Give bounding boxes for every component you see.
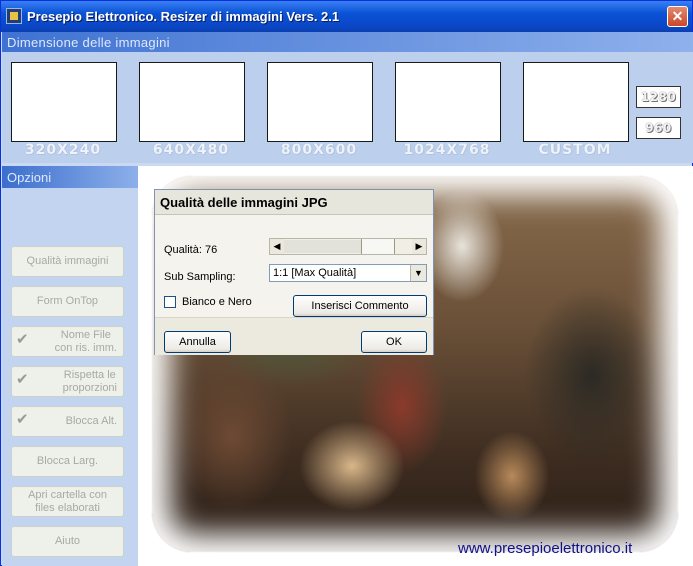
lock-width-toggle[interactable]: Blocca Larg. <box>11 446 124 477</box>
options-panel: Opzioni Qualità immagini Form OnTop ✔ No… <box>2 166 138 566</box>
chevron-down-icon[interactable]: ▼ <box>410 265 426 281</box>
website-watermark: www.presepioelettronico.it <box>458 540 633 557</box>
quality-images-button[interactable]: Qualità immagini <box>11 246 124 277</box>
subsampling-select[interactable]: 1:1 [Max Qualità] ▼ <box>269 264 427 282</box>
open-output-folder-button[interactable]: Apri cartella con files elaborati <box>11 486 124 517</box>
dialog-title: Qualità delle immagini JPG <box>160 195 328 210</box>
subsampling-label: Sub Sampling: <box>164 271 236 283</box>
help-button[interactable]: Aiuto <box>11 526 124 557</box>
preset-320x240-thumb[interactable] <box>11 62 117 142</box>
filename-resolution-toggle[interactable]: ✔ Nome File con ris. imm. <box>11 326 124 357</box>
lock-height-toggle[interactable]: ✔ Blocca Alt. <box>11 406 124 437</box>
dialog-title-bar[interactable]: Qualità delle immagini JPG <box>155 190 433 215</box>
sizes-header-label: Dimensione delle immagini <box>7 35 170 50</box>
preset-1024x768-label: 1024X768 <box>403 142 491 158</box>
slider-right-arrow-icon[interactable]: ▶ <box>412 239 426 254</box>
window-title: Presepio Elettronico. Resizer di immagin… <box>27 9 340 24</box>
black-white-label: Bianco e Nero <box>182 296 252 308</box>
custom-height-field[interactable]: 960 <box>636 117 681 139</box>
app-icon <box>6 8 22 24</box>
quality-images-label: Qualità immagini <box>26 255 109 267</box>
preset-640x480-thumb[interactable] <box>139 62 245 142</box>
lock-width-label: Blocca Larg. <box>36 455 99 467</box>
open-output-folder-label: Apri cartella con files elaborati <box>28 488 107 514</box>
preset-320x240-label: 320X240 <box>24 142 102 158</box>
subsampling-value: 1:1 [Max Qualità] <box>273 267 357 279</box>
quality-slider-fill <box>284 240 362 253</box>
quality-label: Qualità: 76 <box>164 244 218 256</box>
preset-custom-thumb[interactable] <box>523 62 629 142</box>
checkmark-icon: ✔ <box>16 331 29 348</box>
filename-resolution-label: Nome File con ris. imm. <box>54 328 117 354</box>
insert-comment-button[interactable]: Inserisci Commento <box>293 295 427 317</box>
preset-1024x768-thumb[interactable] <box>395 62 501 142</box>
sizes-header: Dimensione delle immagini <box>2 32 693 52</box>
title-bar[interactable]: Presepio Elettronico. Resizer di immagin… <box>1 1 692 32</box>
preset-custom-label: CUSTOM <box>538 142 612 158</box>
keep-proportions-label: Rispetta le proporzioni <box>62 368 117 394</box>
ok-button[interactable]: OK <box>361 331 427 353</box>
checkmark-icon: ✔ <box>16 411 29 428</box>
preset-800x600-thumb[interactable] <box>267 62 373 142</box>
custom-width-field[interactable]: 1280 <box>636 86 681 108</box>
checkmark-icon: ✔ <box>16 371 29 388</box>
black-white-checkbox[interactable] <box>164 296 176 308</box>
close-button[interactable]: ✕ <box>667 6 688 27</box>
preset-640x480-label: 640X480 <box>152 142 230 158</box>
keep-proportions-toggle[interactable]: ✔ Rispetta le proporzioni <box>11 366 124 397</box>
jpg-quality-dialog: Qualità delle immagini JPG Qualità: 76 ◀… <box>154 189 434 355</box>
size-presets-panel: 320X240 640X480 800X600 1024X768 CUSTOM … <box>2 52 693 163</box>
main-window: Presepio Elettronico. Resizer di immagin… <box>0 0 693 566</box>
help-label: Aiuto <box>54 535 81 547</box>
lock-height-label: Blocca Alt. <box>65 415 117 427</box>
slider-left-arrow-icon[interactable]: ◀ <box>270 239 284 254</box>
quality-slider-thumb[interactable] <box>360 239 395 254</box>
form-ontop-label: Form OnTop <box>36 295 99 307</box>
preset-800x600-label: 800X600 <box>280 142 358 158</box>
form-ontop-button[interactable]: Form OnTop <box>11 286 124 317</box>
options-header: Opzioni <box>2 166 138 188</box>
dialog-body: Qualità: 76 ◀ ▶ Sub Sampling: 1:1 [Max Q… <box>155 215 433 317</box>
options-header-label: Opzioni <box>7 170 52 185</box>
quality-slider[interactable]: ◀ ▶ <box>269 238 427 255</box>
cancel-button[interactable]: Annulla <box>164 331 231 353</box>
dialog-footer: Annulla OK <box>155 317 433 355</box>
